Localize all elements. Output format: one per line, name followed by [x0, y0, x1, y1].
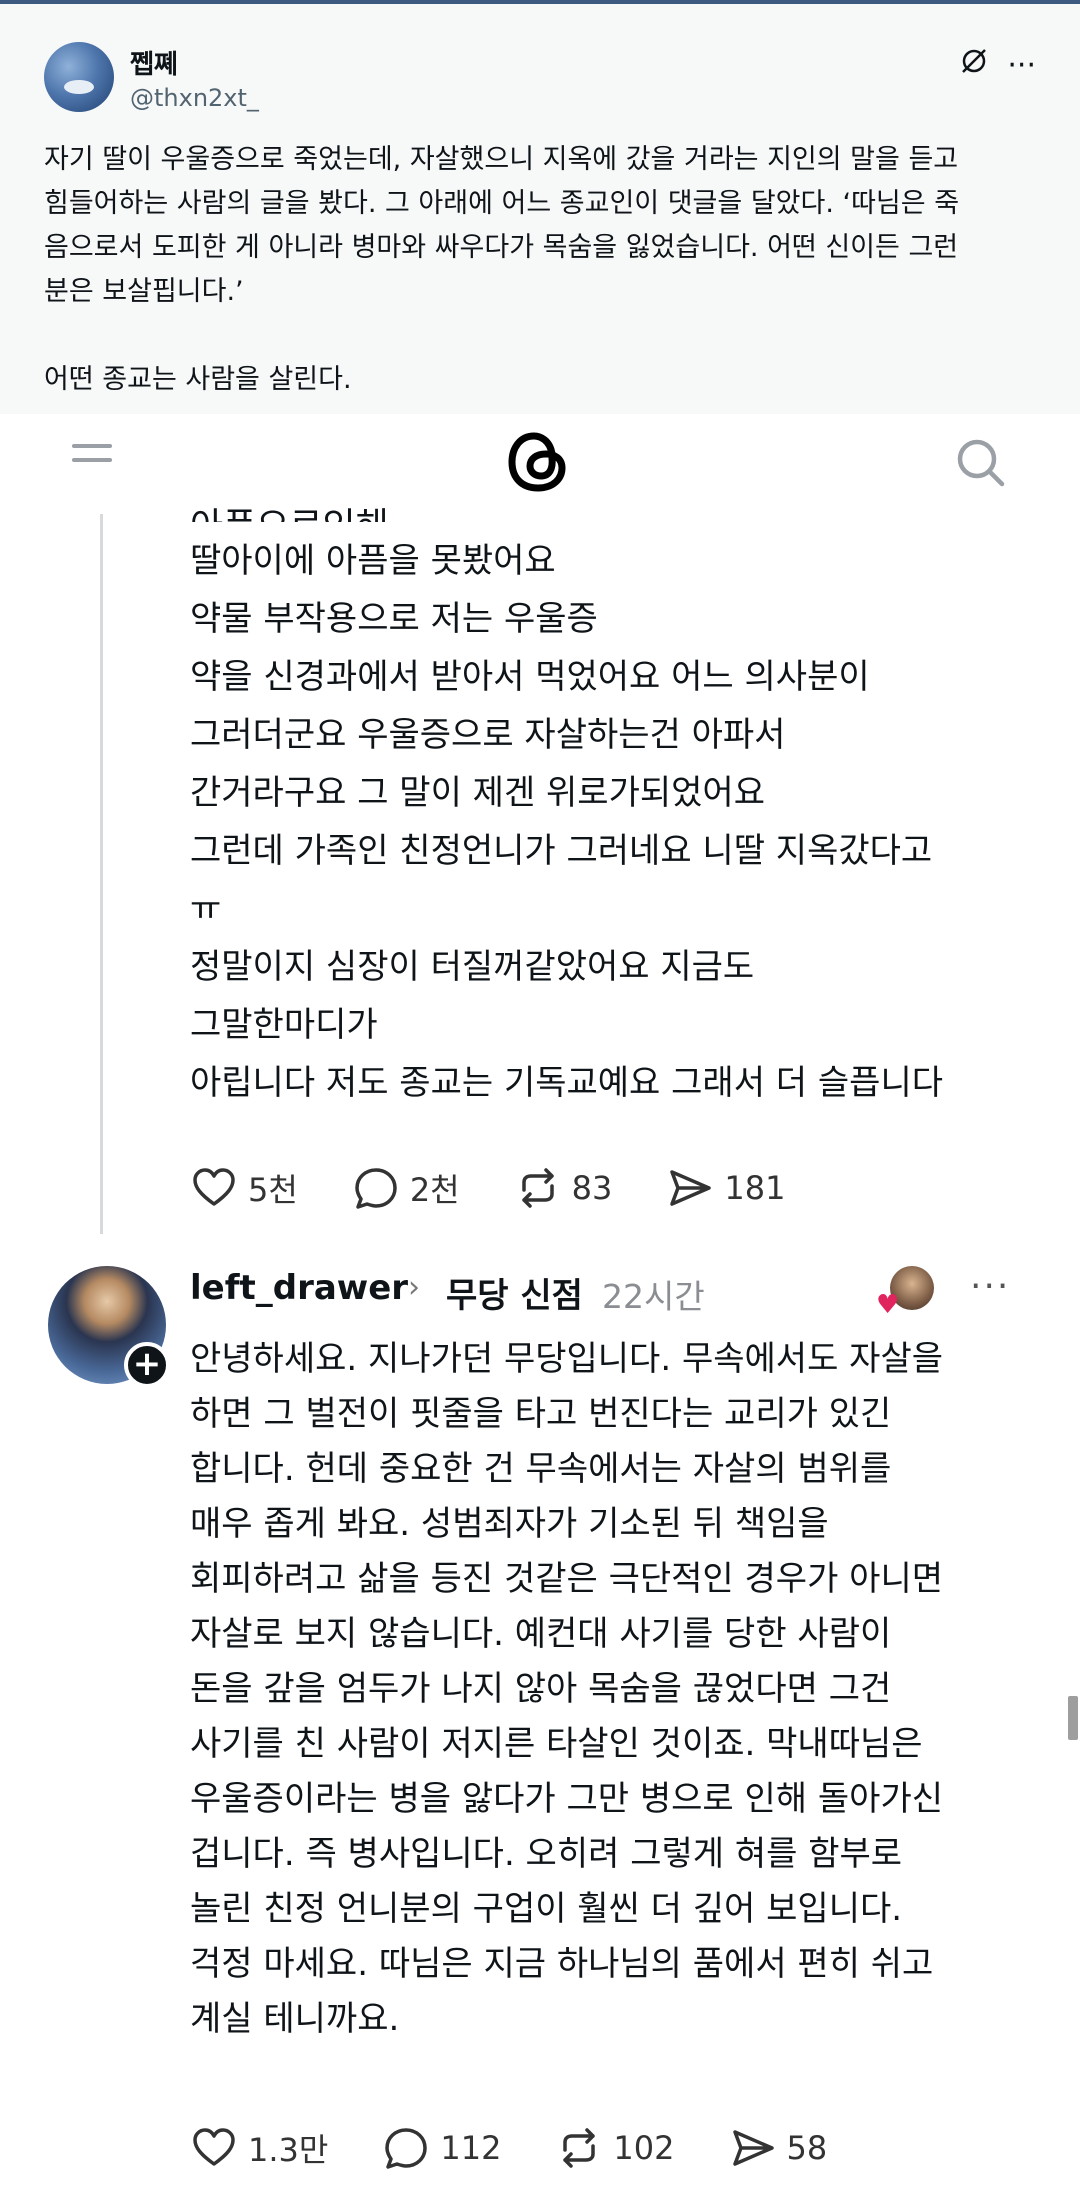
- chevron-right-icon: ›: [408, 1270, 420, 1305]
- comment-line: 매우 좁게 봐요. 성범죄자가 기소된 뒤 책임을: [190, 1504, 829, 1544]
- reply-line: 그말한마디가: [190, 1005, 378, 1045]
- author-handle[interactable]: @thxn2xt_: [130, 84, 259, 112]
- scrollbar[interactable]: [1068, 1696, 1078, 1740]
- like-button[interactable]: 1.3만: [190, 2124, 328, 2172]
- reply-line: 딸아이에 아픔을 못봤어요: [190, 541, 556, 581]
- heart-icon: [193, 1168, 235, 1206]
- reply-line: 아립니다 저도 종교는 기독교예요 그래서 더 슬픕니다: [190, 1063, 944, 1103]
- reply-line: ㅠ: [190, 889, 222, 929]
- outer-post: 쩹쪠 @thxn2xt_ ··· 자기 딸이 우울증으로 죽었는데, 자살했으니…: [0, 4, 1080, 414]
- comment-line: 안녕하세요. 지나가던 무당입니다. 무속에서도 자살을: [190, 1339, 944, 1379]
- author-name[interactable]: 쩹쪠: [130, 44, 178, 81]
- commenter-username[interactable]: left_drawer: [190, 1268, 408, 1308]
- heart-icon: [193, 2128, 235, 2166]
- reply-text: 딸아이에 아픔을 못봤어요 약물 부작용으로 저는 우울증 약을 신경과에서 받…: [190, 532, 1050, 1112]
- comment-action-bar: 1.3만 112 102 58: [190, 2124, 881, 2172]
- comment-icon: [385, 2128, 428, 2169]
- follow-plus-icon[interactable]: +: [124, 1342, 170, 1388]
- avatar[interactable]: [44, 42, 114, 112]
- menu-icon[interactable]: [72, 444, 112, 474]
- comment-count: 2천: [409, 1171, 460, 1209]
- comment-line: 계실 테니까요.: [190, 1999, 400, 2039]
- repost-count: 102: [613, 2129, 675, 2167]
- comment-line: 걱정 마세요. 따님은 지금 하나님의 품에서 편히 쉬고: [190, 1944, 934, 1984]
- reply-line: 그러더군요 우울증으로 자살하는건 아파서: [190, 715, 786, 755]
- reply-line: 약을 신경과에서 받아서 먹었어요 어느 의사분이: [190, 657, 870, 697]
- share-button[interactable]: 181: [666, 1164, 785, 1212]
- repost-button[interactable]: 102: [555, 2124, 675, 2172]
- share-button[interactable]: 58: [729, 2124, 828, 2172]
- share-icon: [670, 1170, 712, 1206]
- comment-line: 돈을 갚을 엄두가 나지 않아 목숨을 끊었다면 그건: [190, 1669, 892, 1709]
- comment-line: 사기를 친 사람이 저지른 타살인 것이죠. 막내따님은: [190, 1724, 923, 1764]
- reply-line: 간거라구요 그 말이 제겐 위로가되었어요: [190, 773, 765, 813]
- grok-icon[interactable]: [959, 46, 989, 84]
- cut-off-text: 아픔으로인해: [190, 500, 389, 522]
- comment-line: 자살로 보지 않습니다. 예컨대 사기를 당한 사람이: [190, 1614, 892, 1654]
- reply-line: 약물 부작용으로 저는 우울증: [190, 599, 598, 639]
- more-options-icon[interactable]: ···: [1007, 48, 1036, 83]
- repost-icon: [563, 2128, 596, 2168]
- comment-time: 22시간: [602, 1277, 705, 1316]
- post-top-icons: ···: [959, 46, 1036, 84]
- comment-count: 112: [440, 2129, 502, 2167]
- thread-connector-line: [100, 514, 103, 1234]
- reply-line: 정말이지 심장이 터질꺼같았어요 지금도: [190, 947, 755, 987]
- repost-count: 83: [571, 1169, 613, 1207]
- like-button[interactable]: 5천: [190, 1164, 298, 1212]
- like-count: 5천: [248, 1171, 298, 1209]
- share-icon: [732, 2130, 774, 2166]
- comment-button[interactable]: 2천: [352, 1164, 460, 1212]
- threads-logo-icon[interactable]: [500, 424, 576, 500]
- reply-line: 그런데 가족인 친정언니가 그러네요 니딸 지옥갔다고: [190, 831, 933, 871]
- repost-button[interactable]: 83: [514, 1164, 613, 1212]
- search-icon[interactable]: [954, 436, 1006, 488]
- embedded-threads-screenshot: 아픔으로인해 딸아이에 아픔을 못봤어요 약물 부작용으로 저는 우울증 약을 …: [0, 414, 1080, 2205]
- comment-line: 합니다. 헌데 중요한 건 무속에서는 자살의 범위를: [190, 1449, 892, 1489]
- reply-action-bar: 5천 2천 83 181: [190, 1164, 839, 1212]
- share-count: 58: [786, 2129, 828, 2167]
- comment-topic[interactable]: 무당 신점: [446, 1268, 583, 1317]
- comment-line: 우울증이라는 병을 앓다가 그만 병으로 인해 돌아가신: [190, 1779, 944, 1819]
- comment-icon: [355, 1168, 397, 1209]
- comment-line: 회피하려고 삶을 등진 것같은 극단적인 경우가 아니면: [190, 1559, 944, 1599]
- repost-icon: [521, 1168, 554, 1208]
- post-text: 자기 딸이 우울증으로 죽었는데, 자살했으니 지옥에 갔을 거라는 지인의 말…: [44, 144, 960, 395]
- comment-line: 겁니다. 즉 병사입니다. 오히려 그렇게 혀를 함부로: [190, 1834, 903, 1874]
- share-count: 181: [724, 1169, 786, 1207]
- more-options-icon[interactable]: ···: [970, 1266, 1010, 1307]
- comment-line: 하면 그 벌전이 핏줄을 타고 번진다는 교리가 있긴: [190, 1394, 892, 1434]
- comment-text: 안녕하세요. 지나가던 무당입니다. 무속에서도 자살을 하면 그 벌전이 핏줄…: [190, 1332, 1060, 2047]
- like-count: 1.3만: [248, 2131, 329, 2169]
- liked-heart-icon: ♥: [876, 1290, 900, 1320]
- comment-button[interactable]: 112: [382, 2124, 501, 2172]
- comment-line: 놀린 친정 언니분의 구업이 훨씬 더 깊어 보입니다.: [190, 1889, 903, 1929]
